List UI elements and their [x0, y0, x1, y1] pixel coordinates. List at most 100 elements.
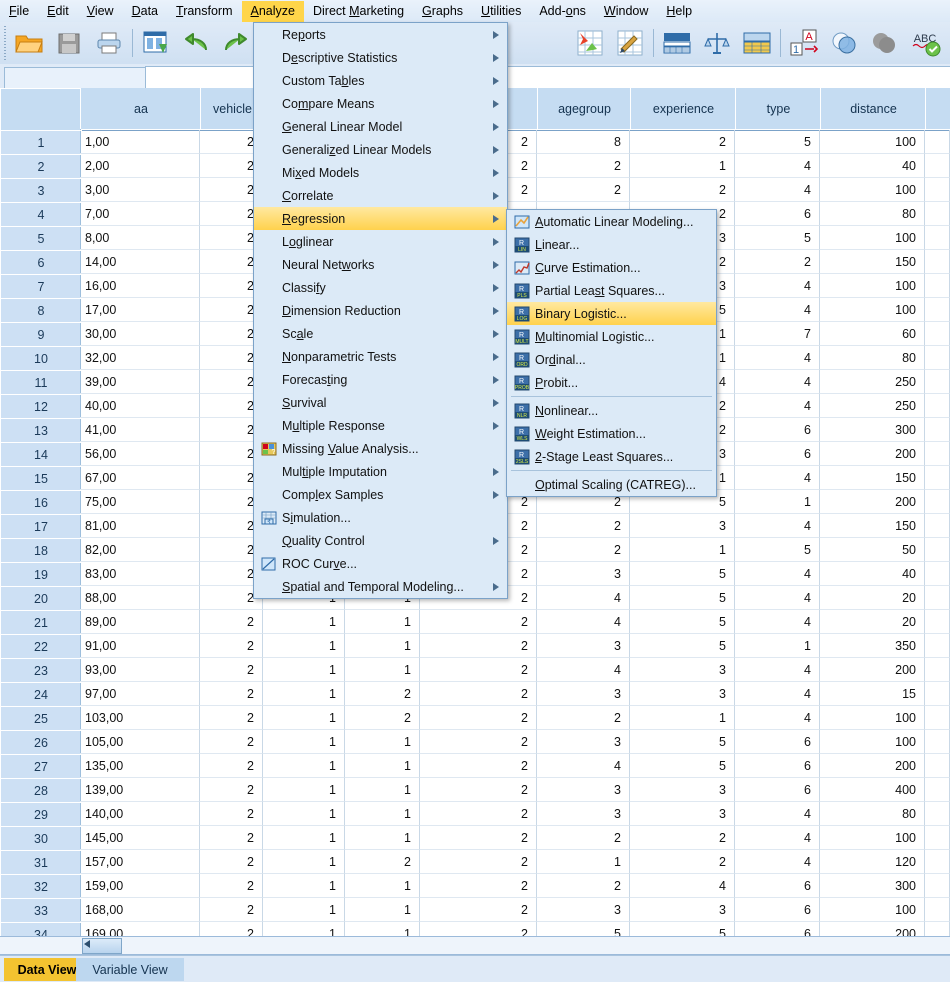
data-cell[interactable]: 3 — [537, 634, 630, 658]
menubar-item-direct-marketing[interactable]: Direct Marketing — [304, 1, 413, 22]
row-header[interactable]: 4 — [0, 202, 82, 228]
data-cell[interactable]: 5 — [630, 730, 735, 754]
data-cell[interactable] — [925, 610, 950, 634]
row-header[interactable]: 10 — [0, 346, 82, 372]
data-cell[interactable]: 2 — [200, 658, 263, 682]
row-header[interactable]: 5 — [0, 226, 82, 252]
data-cell[interactable]: 7,00 — [80, 202, 200, 226]
data-cell[interactable]: 89,00 — [80, 610, 200, 634]
data-cell[interactable]: 2 — [200, 898, 263, 922]
data-cell[interactable] — [925, 514, 950, 538]
data-cell[interactable]: 1 — [263, 706, 345, 730]
data-cell[interactable]: 4 — [735, 826, 820, 850]
data-cell[interactable] — [925, 274, 950, 298]
tab-variable-view[interactable]: Variable View — [76, 958, 184, 981]
data-cell[interactable]: 75,00 — [80, 490, 200, 514]
menu-item-multiple-imputation[interactable]: Multiple Imputation — [254, 460, 507, 483]
data-cell[interactable]: 4 — [735, 370, 820, 394]
menubar-item-view[interactable]: View — [78, 1, 123, 22]
data-cell[interactable] — [925, 634, 950, 658]
menu-item-simulation[interactable]: ₹ Simulation... — [254, 506, 507, 529]
data-cell[interactable]: 8 — [537, 130, 630, 154]
data-cell[interactable]: 139,00 — [80, 778, 200, 802]
data-cell[interactable]: 3 — [630, 898, 735, 922]
data-cell[interactable]: 50 — [820, 538, 925, 562]
data-cell[interactable]: 2 — [200, 634, 263, 658]
data-cell[interactable]: 6 — [735, 418, 820, 442]
menu-item-linear[interactable]: R LIN Linear... — [507, 233, 716, 256]
menu-item-missing-value-analysis[interactable]: ? Missing Value Analysis... — [254, 437, 507, 460]
data-cell[interactable]: 100 — [820, 706, 925, 730]
print-icon[interactable] — [89, 24, 129, 62]
data-cell[interactable]: 1 — [630, 154, 735, 178]
data-cell[interactable]: 100 — [820, 898, 925, 922]
data-cell[interactable]: 41,00 — [80, 418, 200, 442]
data-cell[interactable]: 6 — [735, 874, 820, 898]
data-cell[interactable]: 1 — [345, 754, 420, 778]
data-cell[interactable]: 40 — [820, 154, 925, 178]
data-cell[interactable]: 8,00 — [80, 226, 200, 250]
data-cell[interactable] — [925, 730, 950, 754]
data-cell[interactable]: 100 — [820, 730, 925, 754]
menu-item-multiple-response[interactable]: Multiple Response — [254, 414, 507, 437]
data-cell[interactable]: 1 — [263, 898, 345, 922]
data-cell[interactable]: 2 — [345, 706, 420, 730]
row-header[interactable]: 27 — [0, 754, 82, 780]
data-cell[interactable]: 6 — [735, 202, 820, 226]
data-cell[interactable]: 2 — [345, 682, 420, 706]
data-cell[interactable]: 4 — [735, 154, 820, 178]
row-header[interactable]: 30 — [0, 826, 82, 852]
data-cell[interactable]: 2 — [735, 250, 820, 274]
menu-item-dimension-reduction[interactable]: Dimension Reduction — [254, 299, 507, 322]
data-cell[interactable]: 3 — [537, 682, 630, 706]
row-header[interactable]: 2 — [0, 154, 82, 180]
menu-item-survival[interactable]: Survival — [254, 391, 507, 414]
data-cell[interactable]: 3 — [630, 682, 735, 706]
goto-variable-icon[interactable] — [610, 24, 650, 62]
data-cell[interactable]: 2 — [420, 850, 537, 874]
data-cell[interactable] — [925, 178, 950, 202]
menu-item-loglinear[interactable]: Loglinear — [254, 230, 507, 253]
column-header-aa[interactable]: aa — [80, 88, 202, 129]
data-cell[interactable] — [925, 154, 950, 178]
data-cell[interactable] — [925, 370, 950, 394]
menu-item-ordinal[interactable]: R ORD Ordinal... — [507, 348, 716, 371]
data-cell[interactable]: 2 — [420, 874, 537, 898]
data-cell[interactable] — [925, 850, 950, 874]
menubar-item-edit[interactable]: Edit — [38, 1, 78, 22]
row-header[interactable]: 21 — [0, 610, 82, 636]
data-cell[interactable]: 1 — [263, 826, 345, 850]
data-cell[interactable]: 5 — [630, 610, 735, 634]
row-header[interactable]: 29 — [0, 802, 82, 828]
data-cell[interactable]: 2 — [420, 634, 537, 658]
data-cell[interactable]: 6 — [735, 730, 820, 754]
data-cell[interactable]: 4 — [537, 586, 630, 610]
data-cell[interactable] — [925, 226, 950, 250]
data-cell[interactable]: 4 — [630, 874, 735, 898]
data-cell[interactable]: 1 — [735, 634, 820, 658]
row-header[interactable]: 24 — [0, 682, 82, 708]
data-cell[interactable]: 82,00 — [80, 538, 200, 562]
data-cell[interactable] — [925, 346, 950, 370]
data-cell[interactable]: 81,00 — [80, 514, 200, 538]
data-cell[interactable]: 4 — [735, 658, 820, 682]
menu-item-descriptive-statistics[interactable]: Descriptive Statistics — [254, 46, 507, 69]
menubar-item-transform[interactable]: Transform — [167, 1, 242, 22]
row-header[interactable]: 8 — [0, 298, 82, 324]
row-header[interactable]: 33 — [0, 898, 82, 924]
save-file-icon[interactable] — [49, 24, 89, 62]
data-cell[interactable]: 2 — [200, 850, 263, 874]
data-cell[interactable]: 4 — [735, 466, 820, 490]
data-cell[interactable]: 3 — [537, 562, 630, 586]
data-cell[interactable]: 40 — [820, 562, 925, 586]
data-cell[interactable]: 3 — [537, 778, 630, 802]
menu-item-classify[interactable]: Classify — [254, 276, 507, 299]
data-cell[interactable]: 5 — [735, 538, 820, 562]
data-cell[interactable]: 91,00 — [80, 634, 200, 658]
data-cell[interactable]: 1 — [263, 610, 345, 634]
data-cell[interactable]: 2 — [200, 682, 263, 706]
menu-item-complex-samples[interactable]: Complex Samples — [254, 483, 507, 506]
data-cell[interactable]: 159,00 — [80, 874, 200, 898]
data-cell[interactable] — [925, 538, 950, 562]
data-cell[interactable]: 2 — [420, 778, 537, 802]
